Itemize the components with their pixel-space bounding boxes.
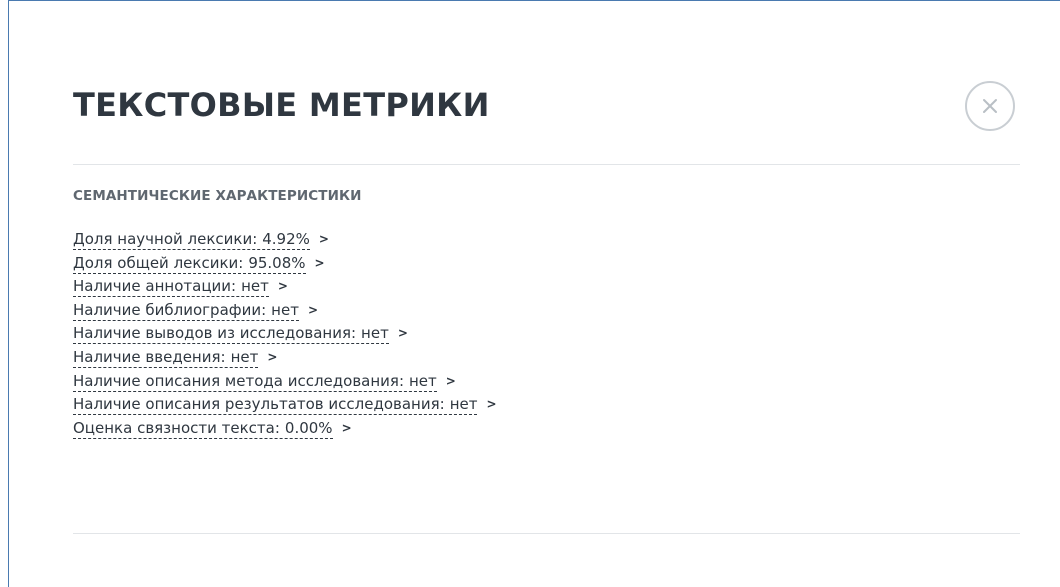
metric-value: нет [361, 324, 389, 343]
metric-label: Наличие описания метода исследования: [73, 371, 404, 390]
metric-item: Доля общей лексики: 95.08% > [73, 253, 497, 277]
chevron-right-icon[interactable]: > [446, 371, 456, 391]
metric-link[interactable]: Доля научной лексики: 4.92% [73, 229, 310, 250]
metric-link[interactable]: Наличие описания метода исследования: не… [73, 371, 437, 392]
header-divider [73, 164, 1020, 165]
chevron-right-icon[interactable]: > [342, 418, 352, 438]
metric-value: нет [230, 347, 259, 366]
metric-value: 0.00% [284, 418, 333, 437]
metric-value: нет [271, 300, 299, 319]
metric-item: Наличие описания метода исследования: не… [73, 371, 497, 395]
metric-link[interactable]: Наличие аннотации: нет [73, 276, 269, 298]
metric-item: Наличие библиографии: нет > [73, 300, 497, 324]
metric-value: нет [449, 395, 478, 414]
section-title-semantic: СЕМАНТИЧЕСКИЕ ХАРАКТЕРИСТИКИ [73, 188, 362, 204]
metric-label: Наличие аннотации: [73, 277, 237, 296]
chevron-right-icon[interactable]: > [319, 229, 329, 249]
metric-label: Наличие описания результатов исследовани… [73, 395, 445, 414]
metric-item: Наличие описания результатов исследовани… [73, 394, 497, 418]
close-icon [983, 99, 997, 113]
chevron-right-icon[interactable]: > [308, 300, 318, 320]
metric-value: 4.92% [262, 230, 310, 248]
metric-link[interactable]: Наличие введения: нет [73, 347, 259, 368]
metric-label: Наличие библиографии: [73, 300, 267, 319]
close-button[interactable] [965, 81, 1015, 131]
chevron-right-icon[interactable]: > [486, 394, 496, 414]
metric-item: Наличие аннотации: нет > [73, 276, 497, 300]
metric-label: Наличие выводов из исследования: [73, 324, 357, 343]
chevron-right-icon[interactable]: > [398, 323, 408, 343]
metric-link[interactable]: Оценка связности текста: 0.00% [73, 418, 333, 439]
modal-title: ТЕКСТОВЫЕ МЕТРИКИ [73, 86, 490, 124]
metric-item: Наличие введения: нет > [73, 347, 497, 371]
metric-value: 95.08% [248, 253, 306, 272]
metric-link[interactable]: Наличие выводов из исследования: нет [73, 323, 389, 345]
chevron-right-icon[interactable]: > [267, 347, 277, 367]
metric-value: нет [241, 277, 269, 296]
metric-label: Доля научной лексики: [73, 230, 258, 248]
metric-link[interactable]: Наличие библиографии: нет [73, 300, 299, 321]
text-metrics-modal: ТЕКСТОВЫЕ МЕТРИКИ СЕМАНТИЧЕСКИЕ ХАРАКТЕР… [8, 0, 1060, 587]
metric-label: Оценка связности текста: [73, 418, 280, 437]
chevron-right-icon[interactable]: > [278, 276, 288, 296]
metric-item: Оценка связности текста: 0.00% > [73, 418, 497, 442]
metrics-list: Доля научной лексики: 4.92% > Доля общей… [73, 229, 497, 441]
footer-divider [73, 533, 1020, 534]
metric-value: нет [409, 371, 437, 390]
metric-label: Доля общей лексики: [73, 253, 244, 272]
metric-item: Наличие выводов из исследования: нет > [73, 323, 497, 347]
metric-link[interactable]: Доля общей лексики: 95.08% [73, 253, 306, 274]
chevron-right-icon[interactable]: > [315, 253, 325, 273]
metric-link[interactable]: Наличие описания результатов исследовани… [73, 394, 478, 416]
metric-item: Доля научной лексики: 4.92% > [73, 229, 497, 253]
metric-label: Наличие введения: [73, 347, 226, 366]
